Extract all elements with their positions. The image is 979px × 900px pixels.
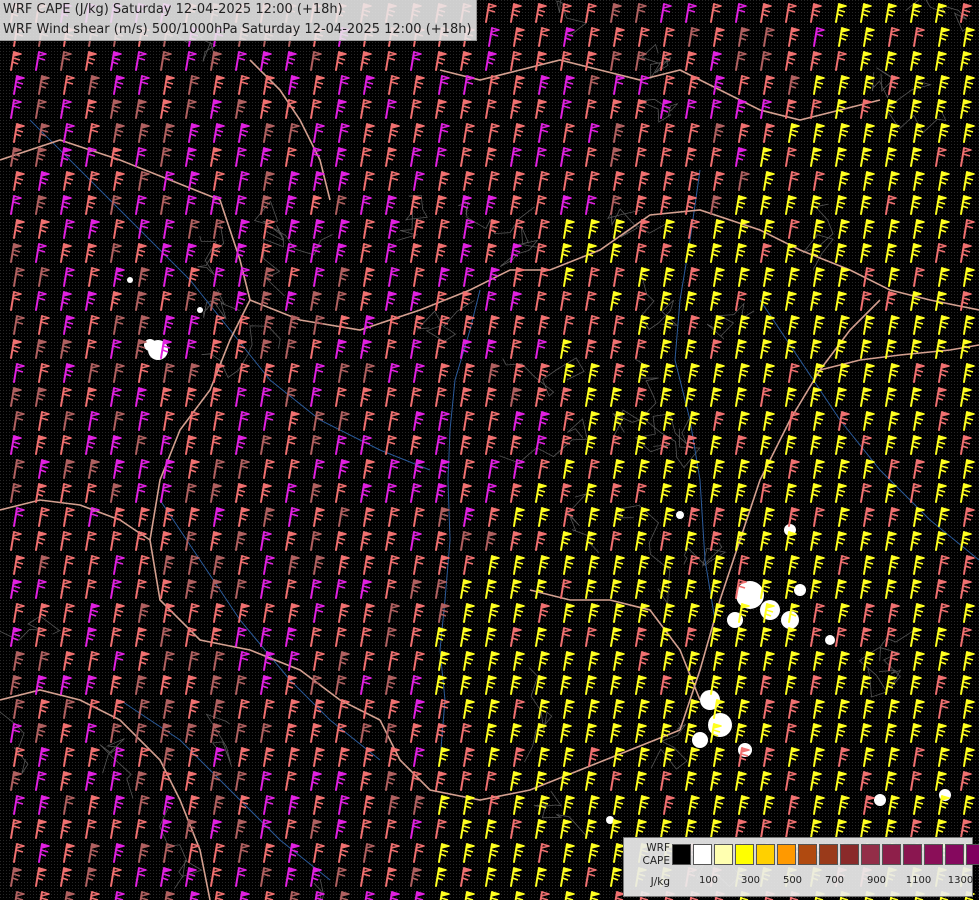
legend-unit-label: J/kg bbox=[650, 876, 670, 888]
legend-tick-label: 700 bbox=[824, 875, 845, 886]
legend-model-label: WRF bbox=[646, 842, 670, 854]
white-patch bbox=[197, 307, 203, 313]
legend-swatch bbox=[714, 844, 733, 865]
legend-swatch bbox=[693, 844, 712, 865]
cape-legend: WRF CAPE J/kg 10030050070090011001300150… bbox=[623, 837, 979, 897]
map-title-shear: WRF Wind shear (m/s) 500/1000hPa Saturda… bbox=[3, 22, 472, 37]
legend-swatch bbox=[924, 844, 943, 865]
legend-tick-label: 900 bbox=[866, 875, 887, 886]
map-title-box: WRF CAPE (J/kg) Saturday 12-04-2025 12:0… bbox=[0, 0, 477, 41]
legend-swatch bbox=[735, 844, 754, 865]
white-patch bbox=[676, 511, 684, 519]
white-patch bbox=[127, 277, 133, 283]
weather-map: WRF CAPE (J/kg) Saturday 12-04-2025 12:0… bbox=[0, 0, 979, 900]
white-patch bbox=[825, 635, 835, 645]
legend-swatch bbox=[882, 844, 901, 865]
legend-tick-label: 1100 bbox=[905, 875, 932, 886]
legend-swatch bbox=[777, 844, 796, 865]
legend-tick-label: 100 bbox=[698, 875, 719, 886]
white-patch bbox=[794, 584, 806, 596]
legend-swatch bbox=[966, 844, 979, 865]
white-patch bbox=[692, 732, 708, 748]
legend-swatch bbox=[945, 844, 964, 865]
map-title-cape: WRF CAPE (J/kg) Saturday 12-04-2025 12:0… bbox=[3, 2, 343, 17]
white-patch bbox=[760, 600, 780, 620]
white-patch bbox=[736, 581, 764, 609]
legend-tick-label: 500 bbox=[782, 875, 803, 886]
legend-swatch bbox=[861, 844, 880, 865]
legend-tick-row: 100300500700900110013001500 bbox=[672, 875, 974, 889]
white-patch bbox=[144, 339, 156, 351]
legend-swatch-row bbox=[672, 844, 979, 865]
white-patch bbox=[874, 794, 886, 806]
legend-swatch bbox=[756, 844, 775, 865]
legend-swatch bbox=[672, 844, 691, 865]
legend-field-label: CAPE bbox=[642, 855, 670, 867]
legend-swatch bbox=[903, 844, 922, 865]
legend-swatch bbox=[840, 844, 859, 865]
legend-tick-label: 300 bbox=[740, 875, 761, 886]
map-canvas bbox=[0, 0, 979, 900]
legend-swatch bbox=[798, 844, 817, 865]
legend-tick-label: 1300 bbox=[947, 875, 974, 886]
legend-swatch bbox=[819, 844, 838, 865]
